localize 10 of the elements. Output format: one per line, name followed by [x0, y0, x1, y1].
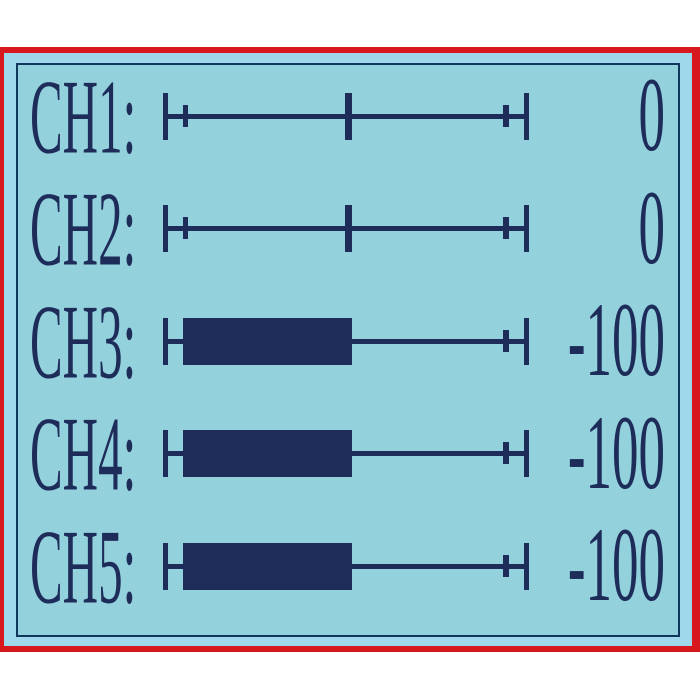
- channel-label: CH1:: [30, 78, 136, 154]
- channel-reading: -100: [568, 528, 665, 604]
- channel-reading: 0: [638, 190, 665, 266]
- channel-label: CH4:: [30, 416, 136, 492]
- channel-reading: 0: [638, 78, 665, 154]
- channel-reading: -100: [568, 416, 665, 492]
- channel-label: CH5:: [30, 528, 136, 604]
- channel-reading: -100: [568, 303, 665, 379]
- channel-label: CH2:: [30, 190, 136, 266]
- channel-label: CH3:: [30, 303, 136, 379]
